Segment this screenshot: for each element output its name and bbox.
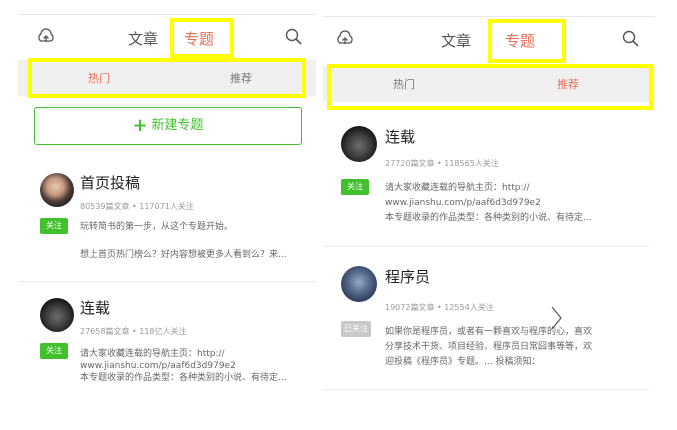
left-screen: 文章 专题 热门 推荐 + 新建专题 首页投稿 80539篇文章 • 117071…	[18, 0, 316, 430]
topic-title: 首页投稿	[80, 174, 141, 192]
topic-desc: 分享技术干货、项目经验、程序员日常囧事等等，欢	[385, 342, 593, 352]
topic-desc: 本专题收录的作品类型：各种类别的小说、有待定...	[80, 373, 287, 383]
divider	[323, 246, 649, 247]
search-icon[interactable]	[621, 29, 641, 49]
topic-meta: 80539篇文章 • 117071人关注	[80, 202, 194, 211]
chevron-right-icon[interactable]	[549, 304, 565, 332]
plus-icon: +	[132, 115, 148, 136]
follow-button[interactable]: 关注	[341, 179, 369, 195]
topic-meta: 27658篇文章 • 118亿人关注	[80, 327, 187, 336]
topic-meta: 27720篇文章 • 118565人关注	[385, 159, 499, 168]
follow-button[interactable]: 关注	[40, 343, 68, 359]
topic-title: 连载	[385, 128, 416, 146]
topic-desc: www.jianshu.com/p/aaf6d3d979e2	[385, 198, 541, 208]
avatar	[341, 266, 377, 302]
divider	[323, 389, 649, 390]
top-nav-bar: 文章 专题	[18, 14, 316, 58]
topic-title: 程序员	[385, 268, 431, 286]
new-topic-label: 新建专题	[151, 118, 204, 133]
cloud-upload-icon[interactable]	[36, 27, 56, 47]
avatar	[341, 126, 377, 162]
highlight-subtabs	[28, 58, 306, 98]
follow-button[interactable]: 关注	[40, 218, 68, 234]
highlight-topic-tab	[170, 18, 234, 58]
new-topic-button[interactable]: + 新建专题	[34, 107, 302, 145]
topic-desc: 请大家收藏连载的导航主页：http://	[80, 349, 225, 359]
topic-desc: 请大家收藏连载的导航主页：http://	[385, 183, 530, 193]
topic-meta: 19072篇文章 • 12554人关注	[385, 303, 494, 312]
avatar	[40, 298, 74, 332]
right-screen: 文章 专题 热门 推荐 连载 27720篇文章 • 118565人关注 关注 请…	[323, 0, 655, 430]
cloud-upload-icon[interactable]	[335, 29, 355, 49]
followed-button[interactable]: 已关注	[341, 321, 371, 337]
avatar	[40, 173, 74, 207]
search-icon[interactable]	[284, 27, 304, 47]
highlight-subtabs	[327, 64, 653, 110]
topic-title: 连载	[80, 299, 111, 317]
highlight-topic-tab	[488, 19, 566, 63]
nav-article[interactable]: 文章	[441, 30, 471, 51]
topic-desc: 如果你是程序员，或者有一颗喜欢与程序的心，喜欢	[385, 327, 593, 337]
topic-desc: 迎投稿《程序员》专题。... 投稿须知：	[385, 357, 541, 367]
topic-desc: www.jianshu.com/p/aaf6d3d979e2	[80, 361, 236, 371]
topic-desc: 想上首页热门榜么？好内容想被更多人看到么？来...	[80, 250, 287, 260]
topic-desc: 玩转简书的第一步，从这个专题开始。	[80, 222, 234, 232]
nav-article[interactable]: 文章	[128, 28, 158, 49]
topic-desc: 本专题收录的作品类型：各种类别的小说、有待定...	[385, 213, 592, 223]
divider	[18, 281, 316, 282]
